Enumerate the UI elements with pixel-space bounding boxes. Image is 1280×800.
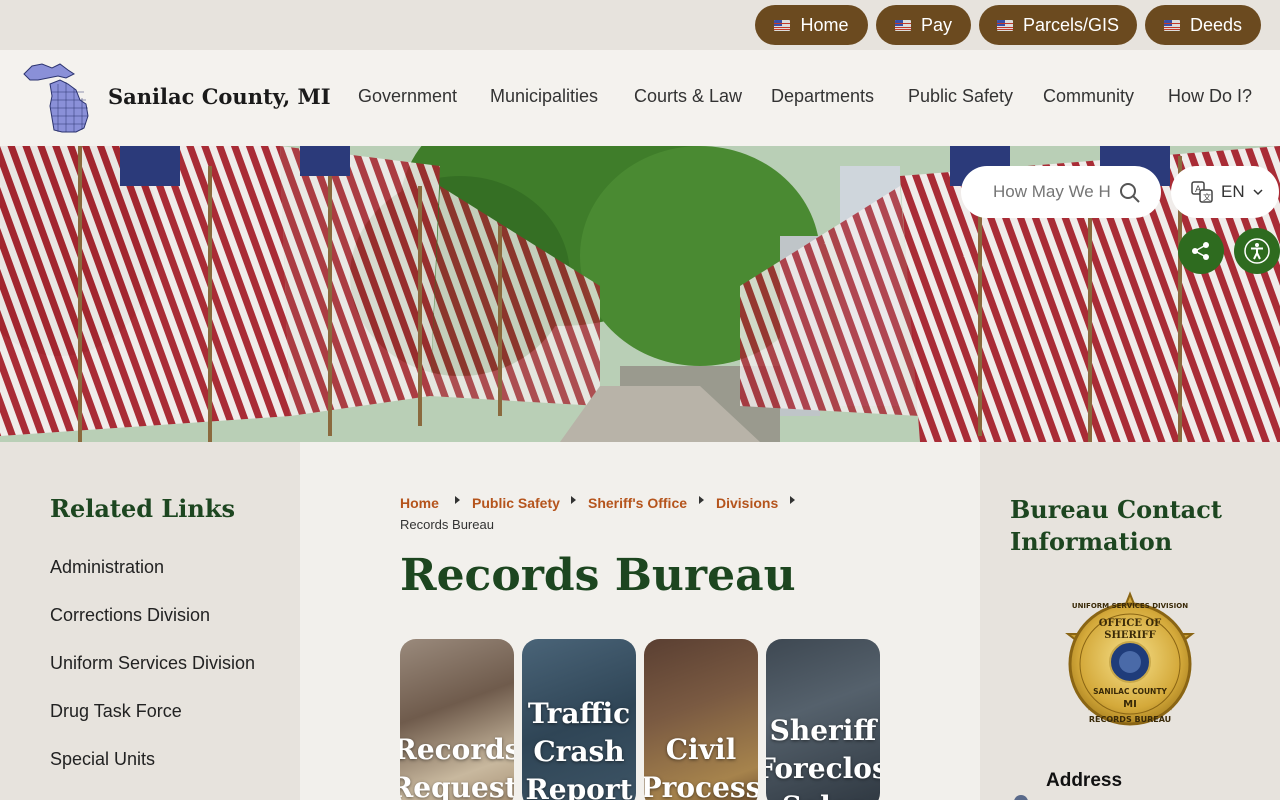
card-records-requests[interactable]: Records Requests	[400, 639, 514, 800]
nav-how-do-i[interactable]: How Do I?	[1168, 86, 1252, 107]
language-code: EN	[1221, 182, 1245, 201]
related-link-uniform-services[interactable]: Uniform Services Division	[50, 653, 255, 674]
breadcrumb-sheriffs-office[interactable]: Sheriff's Office	[588, 495, 687, 511]
accessibility-button[interactable]	[1234, 228, 1280, 274]
badge-top-text: UNIFORM SERVICES DIVISION	[1072, 602, 1188, 610]
breadcrumb-public-safety[interactable]: Public Safety	[472, 495, 560, 511]
breadcrumb-separator-icon	[571, 496, 576, 504]
address-label: Address	[1046, 770, 1123, 791]
home-button[interactable]: Home	[755, 5, 868, 45]
card-civil-process[interactable]: Civil Process	[644, 639, 758, 800]
utility-bar: Home Pay Parcels/GIS Deeds	[0, 0, 1280, 50]
pay-button[interactable]: Pay	[876, 5, 971, 45]
accessibility-icon	[1244, 238, 1270, 264]
flag-icon	[1163, 19, 1180, 31]
site-name[interactable]: Sanilac County, MI	[108, 84, 331, 109]
nav-community[interactable]: Community	[1043, 86, 1134, 107]
nav-municipalities[interactable]: Municipalities	[490, 86, 598, 107]
nav-courts-law[interactable]: Courts & Law	[634, 86, 742, 107]
deeds-button-label: Deeds	[1189, 14, 1243, 35]
breadcrumb-home[interactable]: Home	[400, 495, 439, 511]
map-pin-icon	[1014, 795, 1028, 800]
related-link-drug-task-force[interactable]: Drug Task Force	[50, 701, 182, 722]
related-links-sidebar: Related Links Administration Corrections…	[0, 442, 300, 800]
main-content: Home Public Safety Sheriff's Office Divi…	[300, 442, 980, 800]
share-button[interactable]	[1178, 228, 1224, 274]
card-label: Traffic Crash Report	[525, 697, 633, 800]
flag-icon	[774, 19, 791, 31]
nav-departments[interactable]: Departments	[771, 86, 874, 107]
michigan-map-logo[interactable]	[22, 60, 90, 136]
site-header: Sanilac County, MI Government Municipali…	[0, 50, 1280, 146]
breadcrumb-separator-icon	[790, 496, 795, 504]
parcels-gis-button-label: Parcels/GIS	[1022, 14, 1120, 35]
contact-title: Bureau Contact Information	[1010, 495, 1222, 556]
site-search	[961, 166, 1161, 218]
flag-icon	[894, 19, 911, 31]
pay-button-label: Pay	[920, 14, 953, 35]
breadcrumb-divisions[interactable]: Divisions	[716, 495, 778, 511]
contact-sidebar: Bureau Contact Information UNIFORM SERVI…	[980, 442, 1280, 800]
flag-icon	[996, 19, 1013, 31]
search-icon[interactable]	[1119, 182, 1141, 204]
card-label: Civil Process	[644, 733, 758, 800]
card-label: Records Requests	[400, 733, 514, 800]
share-icon	[1192, 242, 1209, 260]
deeds-button[interactable]: Deeds	[1145, 5, 1261, 45]
search-input[interactable]	[993, 182, 1111, 202]
translate-icon: A 文	[1191, 181, 1213, 203]
breadcrumb-current: Records Bureau	[400, 517, 494, 532]
badge-state-text: MI	[1123, 699, 1137, 710]
badge-bottom-text: RECORDS BUREAU	[1089, 715, 1171, 724]
card-traffic-crash-report[interactable]: Traffic Crash Report	[522, 639, 636, 800]
related-link-administration[interactable]: Administration	[50, 557, 164, 578]
home-button-label: Home	[800, 14, 849, 35]
related-link-special-units[interactable]: Special Units	[50, 749, 155, 770]
card-label: Sheriff Foreclosure Sales	[766, 714, 880, 800]
related-links-title: Related Links	[50, 494, 235, 523]
badge-office-text: OFFICE OF	[1099, 618, 1161, 629]
nav-public-safety[interactable]: Public Safety	[908, 86, 1013, 107]
nav-government[interactable]: Government	[358, 86, 457, 107]
card-sheriff-foreclosure-sales[interactable]: Sheriff Foreclosure Sales	[766, 639, 880, 800]
badge-sheriff-text: SHERIFF	[1104, 630, 1155, 641]
badge-county-text: SANILAC COUNTY	[1093, 687, 1167, 696]
svg-text:文: 文	[1203, 192, 1211, 202]
related-link-corrections[interactable]: Corrections Division	[50, 605, 210, 626]
parcels-gis-button[interactable]: Parcels/GIS	[979, 5, 1137, 45]
sheriff-badge-logo: UNIFORM SERVICES DIVISION OFFICE OF SHER…	[1065, 591, 1195, 726]
page-title: Records Bureau	[400, 550, 796, 601]
breadcrumb-separator-icon	[455, 496, 460, 504]
chevron-down-icon	[1253, 189, 1263, 196]
language-selector[interactable]: A 文 EN	[1171, 166, 1279, 218]
breadcrumb-separator-icon	[699, 496, 704, 504]
